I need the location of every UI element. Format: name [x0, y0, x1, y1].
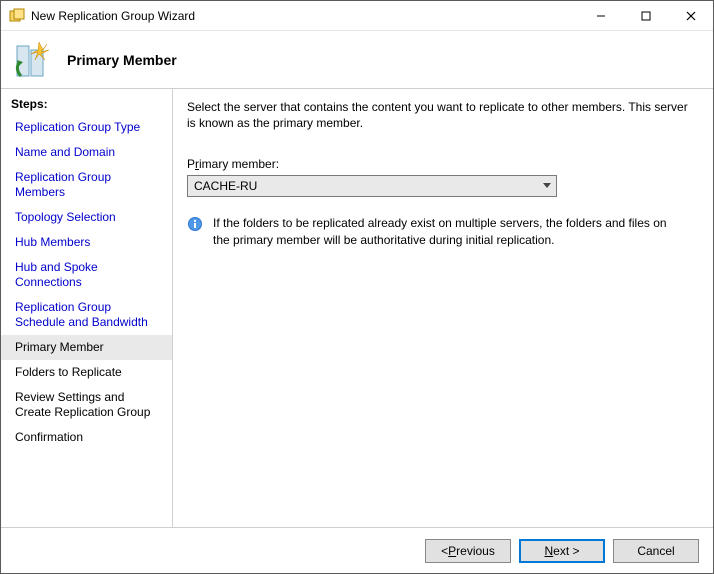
step-item: Folders to Replicate: [1, 360, 172, 385]
steps-sidebar: Steps: Replication Group TypeName and Do…: [1, 89, 173, 527]
step-item: Confirmation: [1, 425, 172, 450]
wizard-window: New Replication Group Wizard Primary M: [0, 0, 714, 574]
primary-member-dropdown[interactable]: CACHE-RU: [187, 175, 557, 197]
step-item: Review Settings and Create Replication G…: [1, 385, 172, 425]
previous-button[interactable]: < Previous: [425, 539, 511, 563]
maximize-button[interactable]: [623, 1, 668, 30]
titlebar: New Replication Group Wizard: [1, 1, 713, 31]
content-pane: Select the server that contains the cont…: [173, 89, 713, 527]
close-button[interactable]: [668, 1, 713, 30]
primary-member-label: Primary member:: [187, 157, 699, 171]
step-item[interactable]: Topology Selection: [1, 205, 172, 230]
step-item[interactable]: Hub and Spoke Connections: [1, 255, 172, 295]
info-note: If the folders to be replicated already …: [187, 215, 699, 247]
cancel-button[interactable]: Cancel: [613, 539, 699, 563]
chevron-down-icon: [538, 176, 556, 196]
wizard-icon: [11, 40, 51, 80]
next-button[interactable]: Next >: [519, 539, 605, 563]
step-item: Primary Member: [1, 335, 172, 360]
primary-member-value: CACHE-RU: [194, 179, 538, 193]
window-title: New Replication Group Wizard: [31, 9, 578, 23]
footer: < Previous Next > Cancel: [1, 527, 713, 573]
page-title: Primary Member: [67, 52, 177, 68]
step-item[interactable]: Hub Members: [1, 230, 172, 255]
step-item[interactable]: Replication Group Members: [1, 165, 172, 205]
page-description: Select the server that contains the cont…: [187, 99, 699, 131]
app-icon: [9, 8, 25, 24]
header-band: Primary Member: [1, 31, 713, 89]
info-text: If the folders to be replicated already …: [213, 215, 673, 247]
step-item[interactable]: Name and Domain: [1, 140, 172, 165]
step-item[interactable]: Replication Group Type: [1, 115, 172, 140]
steps-heading: Steps:: [1, 95, 172, 115]
window-controls: [578, 1, 713, 30]
minimize-button[interactable]: [578, 1, 623, 30]
step-item[interactable]: Replication Group Schedule and Bandwidth: [1, 295, 172, 335]
body: Steps: Replication Group TypeName and Do…: [1, 89, 713, 527]
info-icon: [187, 216, 203, 232]
